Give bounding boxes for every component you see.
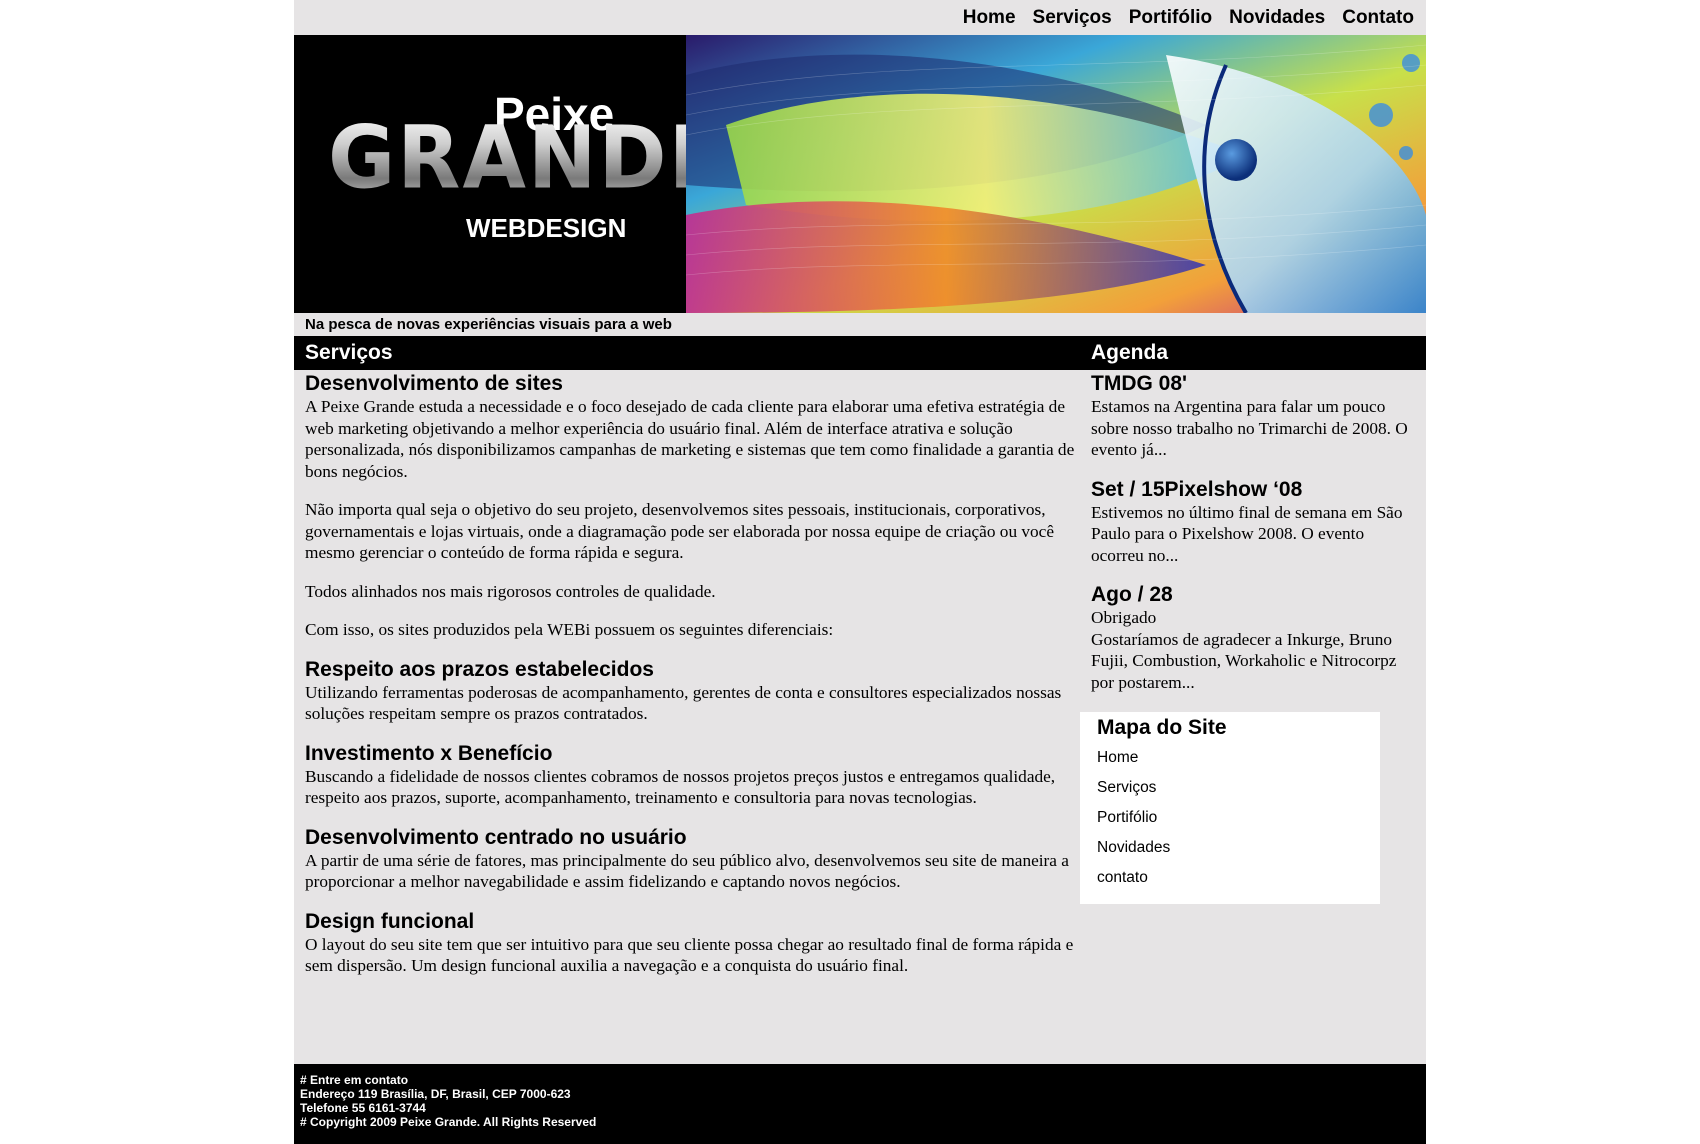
agenda-item-text: Estivemos no último final de semana em S… (1091, 502, 1403, 565)
sitemap-item: Serviços (1097, 778, 1170, 808)
feature-heading: Design funcional (305, 909, 475, 933)
services-paragraph: Todos alinhados nos mais rigorosos contr… (305, 581, 716, 601)
site-tagline: Na pesca de novas experiências visuais p… (305, 316, 672, 333)
nav-novidades-link[interactable]: Novidades (1229, 7, 1325, 29)
nav-portifolio-link[interactable]: Portifólio (1129, 7, 1212, 29)
services-content: Desenvolvimento de sites A Peixe Grande … (305, 372, 1075, 977)
section-header-bar: Serviços Agenda (294, 336, 1426, 370)
agenda-item[interactable]: Ago / 28 Obrigado Gostaríamos de agradec… (1091, 583, 1416, 693)
feature-heading: Respeito aos prazos estabelecidos (305, 657, 654, 681)
top-navigation: Home Serviços Portifólio Novidades Conta… (963, 4, 1414, 32)
feature-text: A partir de uma série de fatores, mas pr… (305, 850, 1069, 892)
nav-home-link[interactable]: Home (963, 7, 1016, 29)
sitemap-item: Portifólio (1097, 808, 1170, 838)
page-container: Home Serviços Portifólio Novidades Conta… (294, 0, 1426, 1144)
sitemap-item: Home (1097, 748, 1170, 778)
agenda-item-title: Ago / 28 (1091, 583, 1173, 606)
logo-grande-text: GRANDE (328, 108, 727, 209)
sitemap-box: Mapa do Site Home Serviços Portifólio No… (1080, 712, 1380, 904)
sitemap-title: Mapa do Site (1097, 716, 1227, 739)
feature-text: Utilizando ferramentas poderosas de acom… (305, 682, 1062, 724)
footer-copyright: # Copyright 2009 Peixe Grande. All Right… (300, 1115, 597, 1129)
sitemap-home-link[interactable]: Home (1097, 749, 1138, 766)
side-section-title: Agenda (1091, 341, 1169, 364)
header-banner: Peixe GRANDE WEBDESIGN (294, 35, 1426, 313)
agenda-item[interactable]: TMDG 08' Estamos na Argentina para falar… (1091, 372, 1416, 461)
agenda-item-subtitle: Obrigado (1091, 608, 1157, 627)
sitemap-portifolio-link[interactable]: Portifólio (1097, 809, 1157, 826)
sitemap-list: Home Serviços Portifólio Novidades conta… (1097, 748, 1170, 898)
sitemap-item: contato (1097, 868, 1170, 898)
services-paragraph: Com isso, os sites produzidos pela WEBi … (305, 620, 834, 639)
agenda-item-text: Gostaríamos de agradecer a Inkurge, Brun… (1091, 629, 1397, 692)
footer-phone: Telefone 55 6161-3744 (300, 1101, 426, 1115)
logo-webdesign-text: WEBDESIGN (466, 213, 627, 243)
footer-contact-heading: # Entre em contato (300, 1073, 409, 1087)
services-paragraph: A Peixe Grande estuda a necessidade e o … (305, 397, 1075, 481)
agenda-item-title: TMDG 08' (1091, 372, 1188, 395)
services-intro-heading: Desenvolvimento de sites (305, 372, 563, 395)
feature-heading: Desenvolvimento centrado no usuário (305, 825, 687, 849)
agenda-item[interactable]: Set / 15Pixelshow ‘08 Estivemos no últim… (1091, 478, 1416, 567)
site-logo[interactable]: Peixe GRANDE WEBDESIGN (294, 35, 725, 313)
nav-contato-link[interactable]: Contato (1342, 7, 1414, 29)
agenda-column: TMDG 08' Estamos na Argentina para falar… (1091, 372, 1416, 710)
fish-artwork-image (686, 35, 1426, 313)
feature-heading: Investimento x Benefício (305, 741, 553, 765)
footer-address: Endereço 119 Brasília, DF, Brasil, CEP 7… (300, 1087, 571, 1101)
sitemap-item: Novidades (1097, 838, 1170, 868)
main-section-title: Serviços (305, 341, 393, 364)
sitemap-servicos-link[interactable]: Serviços (1097, 779, 1156, 796)
agenda-item-title: Set / 15Pixelshow ‘08 (1091, 477, 1303, 501)
sitemap-contato-link[interactable]: contato (1097, 869, 1148, 886)
services-paragraph: Não importa qual seja o objetivo do seu … (305, 500, 1055, 562)
feature-text: Buscando a fidelidade de nossos clientes… (305, 766, 1056, 808)
site-footer: # Entre em contato Endereço 119 Brasília… (294, 1064, 1426, 1144)
nav-servicos-link[interactable]: Serviços (1033, 7, 1112, 29)
feature-text: O layout do seu site tem que ser intuiti… (305, 934, 1074, 976)
sitemap-novidades-link[interactable]: Novidades (1097, 839, 1170, 856)
agenda-item-text: Estamos na Argentina para falar um pouco… (1091, 397, 1408, 459)
